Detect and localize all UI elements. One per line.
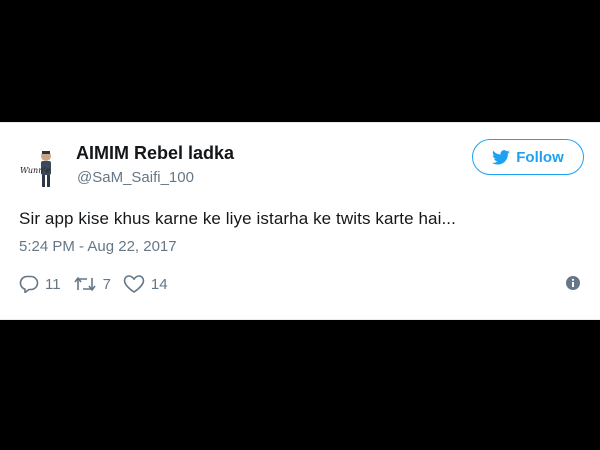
avatar[interactable]: Wunn'e	[18, 145, 66, 193]
retweet-count: 7	[102, 275, 111, 293]
twitter-bird-icon	[492, 149, 510, 165]
display-name[interactable]: AIMIM Rebel ladka	[76, 143, 234, 164]
like-action[interactable]: 14	[123, 274, 168, 294]
follow-button[interactable]: Follow	[472, 139, 584, 175]
tweet-timestamp[interactable]: 5:24 PM - Aug 22, 2017	[19, 238, 177, 255]
reply-count: 11	[45, 275, 61, 293]
heart-icon	[123, 275, 145, 293]
avatar-text: Wunn'e	[20, 166, 51, 175]
tweet-text: Sir app kise khus karne ke liye istarha …	[19, 209, 456, 228]
retweet-action[interactable]: 7	[73, 275, 111, 293]
tweet-card: Wunn'e AIMIM Rebel ladka @SaM_Saifi_100 …	[0, 122, 600, 320]
user-handle[interactable]: @SaM_Saifi_100	[77, 169, 194, 186]
reply-icon	[19, 275, 39, 293]
reply-action[interactable]: 11	[19, 275, 61, 293]
info-icon[interactable]	[566, 276, 580, 290]
retweet-icon	[73, 277, 96, 291]
follow-label: Follow	[516, 148, 564, 166]
like-count: 14	[150, 275, 168, 293]
tweet-actions: 11 7 14	[19, 273, 180, 295]
